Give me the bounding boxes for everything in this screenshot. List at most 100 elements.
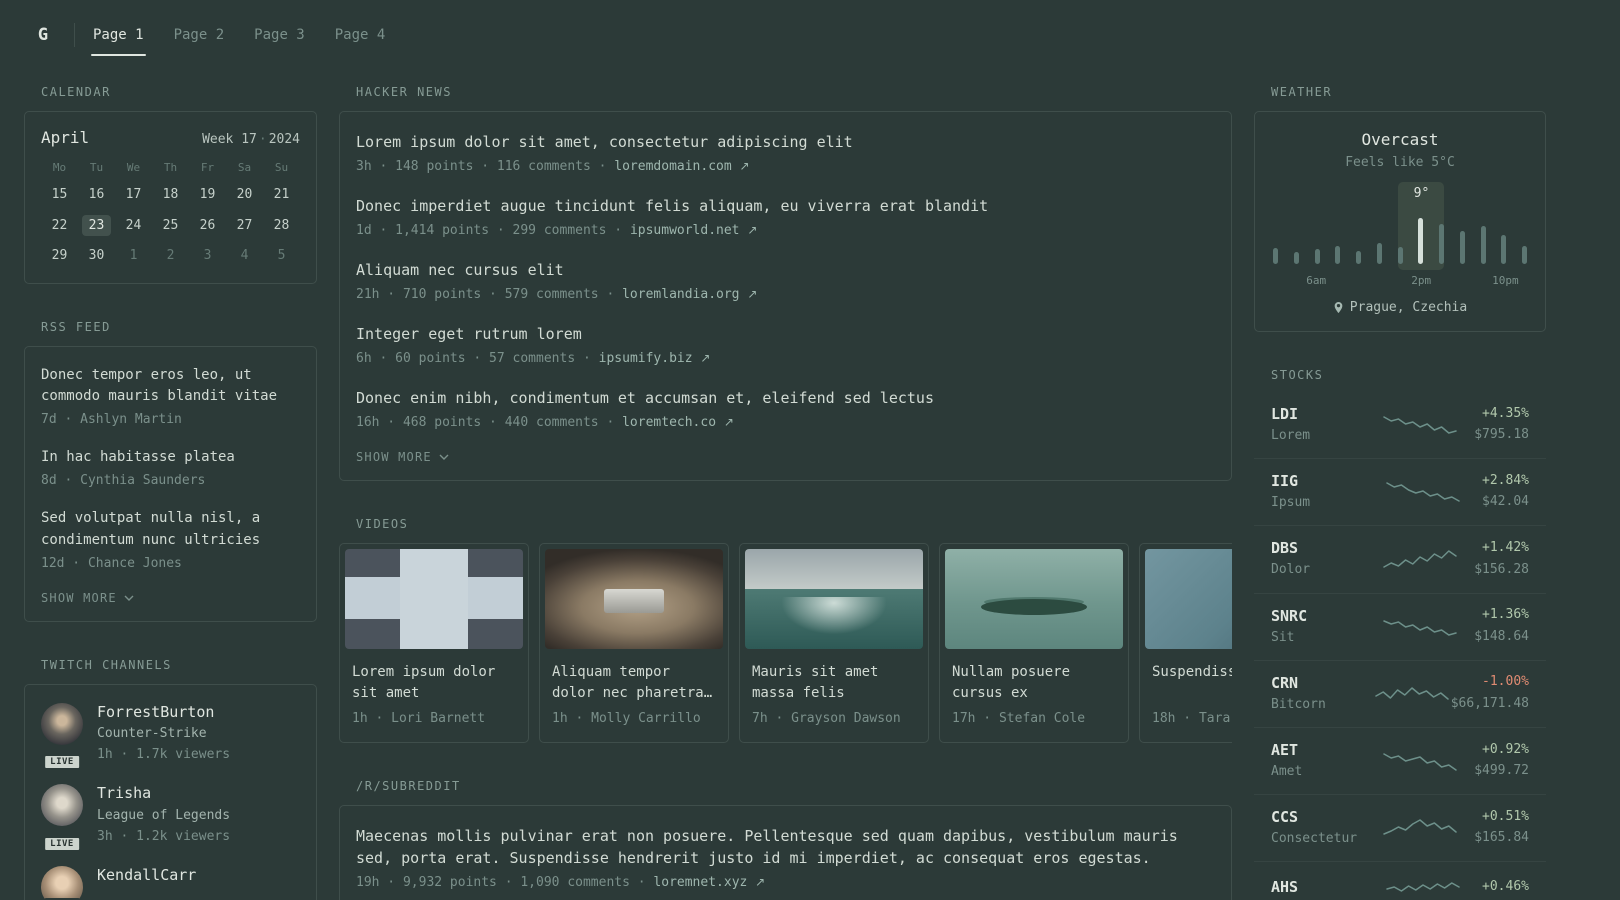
stock-symbol[interactable]: SNRC bbox=[1271, 607, 1375, 625]
external-link-icon: ↗ bbox=[739, 158, 750, 173]
dow-label: Mo bbox=[52, 161, 67, 174]
story-domain-link[interactable]: loremlandia.org ↗ bbox=[622, 287, 757, 302]
video-thumbnail[interactable] bbox=[1145, 548, 1232, 649]
story-meta-text: 3h · 148 points · 116 comments · bbox=[356, 158, 607, 174]
calendar-day: 26 bbox=[199, 217, 216, 233]
video-thumbnail[interactable] bbox=[745, 548, 923, 649]
calendar-day: 18 bbox=[162, 187, 179, 202]
story-domain-link[interactable]: loremtech.co ↗ bbox=[622, 415, 734, 430]
channel-info: ForrestBurton Counter-Strike 1h · 1.7k v… bbox=[97, 703, 230, 765]
story-meta: 3h · 148 points · 116 comments · loremdo… bbox=[356, 158, 1215, 176]
external-link-icon: ↗ bbox=[747, 286, 758, 301]
video-card[interactable]: Nullam posuere cursus ex 17h · Stefan Co… bbox=[939, 542, 1129, 743]
stock-price: $66,171.48 bbox=[1450, 696, 1529, 712]
post-title[interactable]: Maecenas mollis pulvinar erat non posuer… bbox=[356, 826, 1215, 870]
weather-bar bbox=[1376, 243, 1382, 264]
stocks-widget: STOCKS LDI Lorem +4.35% $795.18 IIG Ipsu… bbox=[1254, 368, 1546, 900]
channel-name[interactable]: ForrestBurton bbox=[97, 703, 230, 723]
story-title[interactable]: Donec enim nibh, condimentum et accumsan… bbox=[356, 388, 1215, 410]
rss-item-title[interactable]: Donec tempor eros leo, ut commodo mauris… bbox=[41, 365, 300, 408]
story-meta-text: 16h · 468 points · 440 comments · bbox=[356, 414, 615, 430]
story-domain-link[interactable]: loremdomain.com ↗ bbox=[614, 159, 749, 174]
stock-sparkline bbox=[1383, 819, 1457, 835]
stock-sparkline bbox=[1383, 619, 1457, 636]
story-meta-text: 6h · 60 points · 57 comments · bbox=[356, 350, 591, 366]
story-meta: 16h · 468 points · 440 comments · loremt… bbox=[356, 414, 1215, 432]
stock-symbol[interactable]: LDI bbox=[1271, 405, 1375, 423]
channel-avatar-wrap: LIVE bbox=[41, 784, 83, 852]
stock-row[interactable]: CCS Consectetur +0.51% $165.84 bbox=[1254, 795, 1546, 863]
channel-game: Counter-Strike bbox=[97, 726, 207, 742]
video-card[interactable]: Mauris sit amet massa felis 7h · Grayson… bbox=[739, 542, 929, 743]
stock-values: +0.51% $165.84 bbox=[1474, 809, 1529, 848]
rss-widget: RSS FEED Donec tempor eros leo, ut commo… bbox=[24, 320, 317, 622]
story-domain-link[interactable]: ipsumworld.net ↗ bbox=[630, 223, 757, 238]
current-temp-label: 9° bbox=[1413, 186, 1430, 201]
channel-name[interactable]: Trisha bbox=[97, 784, 230, 804]
tab-page-4[interactable]: Page 4 bbox=[333, 0, 388, 70]
twitch-channel[interactable]: LIVE Trisha League of Legends 3h · 1.2k … bbox=[41, 784, 300, 852]
dow-label: Th bbox=[163, 161, 178, 174]
post-domain-link[interactable]: loremnet.xyz ↗ bbox=[653, 875, 765, 890]
video-thumbnail[interactable] bbox=[345, 548, 523, 649]
twitch-channel[interactable]: LIVE ForrestBurton Counter-Strike 1h · 1… bbox=[41, 702, 300, 771]
stock-values: -1.00% $66,171.48 bbox=[1451, 674, 1529, 713]
tab-page-3[interactable]: Page 3 bbox=[252, 0, 307, 70]
stock-id: CCS Consectetur bbox=[1271, 808, 1375, 848]
video-title[interactable]: Suspendisse diam bbox=[1140, 654, 1232, 704]
story-title[interactable]: Lorem ipsum dolor sit amet, consectetur … bbox=[356, 132, 1215, 154]
video-title[interactable]: Mauris sit amet massa felis bbox=[740, 654, 928, 704]
tab-page-2[interactable]: Page 2 bbox=[172, 0, 227, 70]
stock-symbol[interactable]: IIG bbox=[1271, 472, 1375, 490]
calendar-day: 22 bbox=[51, 217, 68, 233]
calendar-card: April Week 17 · 2024 Mo Tu We Th Fr Sa Su … bbox=[24, 111, 317, 284]
video-title[interactable]: Lorem ipsum dolor sit amet consectetu… bbox=[340, 654, 528, 704]
stock-symbol[interactable]: DBS bbox=[1271, 539, 1375, 557]
stock-price: $42.04 bbox=[1482, 494, 1529, 510]
calendar-day: 19 bbox=[199, 187, 216, 202]
stock-change: +1.36% bbox=[1482, 607, 1529, 623]
stock-row[interactable]: DBS Dolor +1.42% $156.28 bbox=[1254, 526, 1546, 594]
story-item: Lorem ipsum dolor sit amet, consectetur … bbox=[356, 132, 1215, 176]
story-title[interactable]: Aliquam nec cursus elit bbox=[356, 260, 1215, 282]
video-title[interactable]: Aliquam tempor dolor nec pharetra… bbox=[540, 654, 728, 704]
video-thumbnail[interactable] bbox=[945, 548, 1123, 649]
stock-row[interactable]: LDI Lorem +4.35% $795.18 bbox=[1254, 392, 1546, 460]
video-card[interactable]: Lorem ipsum dolor sit amet consectetu… 1… bbox=[339, 542, 529, 743]
tab-page-1[interactable]: Page 1 bbox=[91, 0, 146, 70]
stock-symbol[interactable]: AHS bbox=[1271, 878, 1375, 896]
videos-row: Lorem ipsum dolor sit amet consectetu… 1… bbox=[339, 542, 1232, 743]
video-card[interactable]: Suspendisse diam 18h · Tara bbox=[1139, 542, 1232, 743]
video-thumbnail[interactable] bbox=[545, 548, 723, 649]
video-card[interactable]: Aliquam tempor dolor nec pharetra… 1h · … bbox=[539, 542, 729, 743]
stock-row[interactable]: SNRC Sit +1.36% $148.64 bbox=[1254, 594, 1546, 661]
external-link-icon: ↗ bbox=[755, 874, 766, 889]
dow-label: We bbox=[126, 161, 141, 174]
app-logo[interactable]: G bbox=[24, 25, 62, 45]
story-domain: ipsumify.biz bbox=[598, 350, 693, 366]
stock-row[interactable]: AHS +0.46% bbox=[1254, 862, 1546, 900]
weather-bar bbox=[1356, 251, 1361, 264]
stock-symbol[interactable]: AET bbox=[1271, 741, 1375, 759]
stock-symbol[interactable]: CCS bbox=[1271, 808, 1375, 826]
calendar-widget: CALENDAR April Week 17 · 2024 Mo Tu We Th … bbox=[24, 85, 317, 284]
rss-item-title[interactable]: In hac habitasse platea bbox=[41, 447, 300, 469]
story-domain: loremdomain.com bbox=[614, 158, 732, 174]
weather-time-axis: 6am 2pm 10pm bbox=[1273, 274, 1527, 288]
stock-sparkline bbox=[1385, 882, 1460, 893]
story-domain-link[interactable]: ipsumify.biz ↗ bbox=[599, 351, 711, 366]
stock-symbol[interactable]: CRN bbox=[1271, 674, 1375, 692]
hackernews-widget: HACKER NEWS Lorem ipsum dolor sit amet, … bbox=[339, 85, 1232, 481]
stock-row[interactable]: CRN Bitcorn -1.00% $66,171.48 bbox=[1254, 661, 1546, 728]
hackernews-show-more-button[interactable]: SHOW MORE bbox=[356, 450, 449, 464]
stock-row[interactable]: IIG Ipsum +2.84% $42.04 bbox=[1254, 459, 1546, 527]
calendar-day-next-month: 4 bbox=[240, 248, 249, 264]
video-title[interactable]: Nullam posuere cursus ex bbox=[940, 654, 1128, 704]
story-title[interactable]: Integer eget rutrum lorem bbox=[356, 324, 1215, 346]
twitch-channel[interactable]: LIVE KendallCarr bbox=[41, 865, 300, 900]
rss-show-more-button[interactable]: SHOW MORE bbox=[41, 591, 134, 605]
stock-row[interactable]: AET Amet +0.92% $499.72 bbox=[1254, 728, 1546, 796]
rss-item-title[interactable]: Sed volutpat nulla nisl, a condimentum n… bbox=[41, 508, 300, 551]
channel-name[interactable]: KendallCarr bbox=[97, 866, 196, 886]
story-title[interactable]: Donec imperdiet augue tincidunt felis al… bbox=[356, 196, 1215, 218]
